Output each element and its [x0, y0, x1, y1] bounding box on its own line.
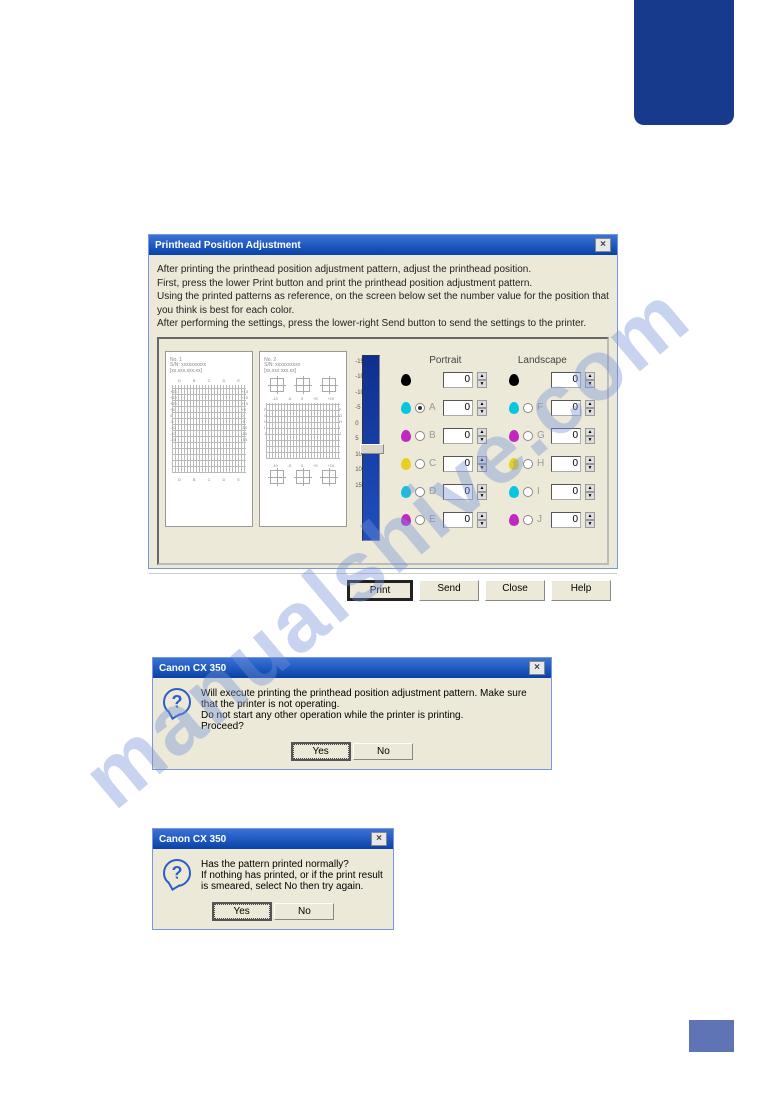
radio-button[interactable] — [523, 403, 533, 413]
radio-button[interactable] — [415, 459, 425, 469]
pattern-preview-2: No. 2 S/N: xxxxxxxxxx [xx.xxx.xxx.xx] -1… — [259, 351, 347, 527]
yes-button[interactable]: Yes — [291, 742, 351, 761]
value-input[interactable]: 0 — [551, 456, 581, 472]
spinner[interactable]: ▲▼ — [477, 428, 487, 444]
radio-button[interactable] — [523, 487, 533, 497]
color-value-panel: Portrait Landscape 0▲▼0▲▼A0▲▼F0▲▼B0▲▼G0▲… — [395, 351, 601, 557]
send-button[interactable]: Send — [419, 580, 479, 601]
radio-button[interactable] — [415, 431, 425, 441]
color-row: 0▲▼0▲▼ — [401, 372, 595, 388]
adjustment-slider[interactable]: -15 -10 -10 -5 0 5 10 10 15 — [353, 351, 389, 557]
value-input[interactable]: 0 — [551, 512, 581, 528]
spinner[interactable]: ▲▼ — [477, 372, 487, 388]
value-input[interactable]: 0 — [443, 456, 473, 472]
close-icon[interactable]: × — [595, 238, 611, 252]
value-input[interactable]: 0 — [443, 428, 473, 444]
color-row: E0▲▼J0▲▼ — [401, 512, 595, 528]
radio-label: G — [537, 430, 547, 441]
landscape-header: Landscape — [518, 355, 567, 366]
question-icon: ? — [163, 688, 191, 716]
value-input[interactable]: 0 — [443, 372, 473, 388]
dialog-title: Canon CX 350 — [159, 834, 226, 845]
question-icon: ? — [163, 859, 191, 887]
spinner[interactable]: ▲▼ — [477, 512, 487, 528]
no-button[interactable]: No — [353, 743, 413, 760]
radio-button[interactable] — [415, 487, 425, 497]
value-input[interactable]: 0 — [551, 400, 581, 416]
close-icon[interactable]: × — [529, 661, 545, 675]
radio-label: C — [429, 458, 439, 469]
radio-label: I — [537, 486, 547, 497]
spinner[interactable]: ▲▼ — [477, 400, 487, 416]
instructions: After printing the printhead position ad… — [157, 263, 609, 331]
radio-button[interactable] — [415, 515, 425, 525]
close-icon[interactable]: × — [371, 832, 387, 846]
spinner[interactable]: ▲▼ — [585, 512, 595, 528]
titlebar: Canon CX 350 × — [153, 658, 551, 678]
radio-button[interactable] — [415, 403, 425, 413]
radio-label: B — [429, 430, 439, 441]
value-input[interactable]: 0 — [551, 484, 581, 500]
dialog-title: Printhead Position Adjustment — [155, 240, 301, 251]
color-row: C0▲▼H0▲▼ — [401, 456, 595, 472]
value-input[interactable]: 0 — [443, 484, 473, 500]
yes-button[interactable]: Yes — [212, 902, 272, 921]
color-drop-icon — [401, 514, 411, 526]
radio-button[interactable] — [523, 459, 533, 469]
color-drop-icon — [509, 374, 519, 386]
value-input[interactable]: 0 — [443, 512, 473, 528]
printhead-adjustment-dialog: Printhead Position Adjustment × After pr… — [148, 234, 618, 569]
dialog-buttons: Print Send Close Help — [149, 573, 617, 607]
spinner[interactable]: ▲▼ — [585, 484, 595, 500]
dialog-title: Canon CX 350 — [159, 663, 226, 674]
value-input[interactable]: 0 — [551, 428, 581, 444]
print-button[interactable]: Print — [347, 580, 413, 601]
titlebar: Canon CX 350 × — [153, 829, 393, 849]
radio-label: F — [537, 402, 547, 413]
message-text: Will execute printing the printhead posi… — [201, 688, 541, 732]
spinner[interactable]: ▲▼ — [585, 400, 595, 416]
spinner[interactable]: ▲▼ — [585, 456, 595, 472]
help-button[interactable]: Help — [551, 580, 611, 601]
radio-label: D — [429, 486, 439, 497]
radio-button[interactable] — [523, 431, 533, 441]
pattern-preview-1: No. 1 S/N: xxxxxxxxxx [xx.xxx.xxx.xx] DB… — [165, 351, 253, 527]
page-thumb-tab — [689, 1020, 734, 1052]
close-button[interactable]: Close — [485, 580, 545, 601]
titlebar: Printhead Position Adjustment × — [149, 235, 617, 255]
portrait-header: Portrait — [429, 355, 461, 366]
color-drop-icon — [509, 514, 519, 526]
confirm-pattern-dialog: Canon CX 350 × ? Has the pattern printed… — [152, 828, 394, 930]
spinner[interactable]: ▲▼ — [585, 372, 595, 388]
color-drop-icon — [509, 430, 519, 442]
color-drop-icon — [509, 402, 519, 414]
color-drop-icon — [401, 374, 411, 386]
no-button[interactable]: No — [274, 903, 334, 920]
radio-label: H — [537, 458, 547, 469]
color-drop-icon — [509, 458, 519, 470]
color-row: B0▲▼G0▲▼ — [401, 428, 595, 444]
radio-label: A — [429, 402, 439, 413]
value-input[interactable]: 0 — [551, 372, 581, 388]
value-input[interactable]: 0 — [443, 400, 473, 416]
color-drop-icon — [401, 486, 411, 498]
radio-label: E — [429, 514, 439, 525]
color-drop-icon — [401, 402, 411, 414]
color-drop-icon — [401, 430, 411, 442]
radio-label: J — [537, 514, 547, 525]
spinner[interactable]: ▲▼ — [585, 428, 595, 444]
message-text: Has the pattern printed normally? If not… — [201, 859, 383, 892]
spinner[interactable]: ▲▼ — [477, 484, 487, 500]
radio-button[interactable] — [523, 515, 533, 525]
section-tab — [634, 0, 734, 125]
color-drop-icon — [509, 486, 519, 498]
color-row: A0▲▼F0▲▼ — [401, 400, 595, 416]
color-drop-icon — [401, 458, 411, 470]
confirm-print-dialog: Canon CX 350 × ? Will execute printing t… — [152, 657, 552, 770]
spinner[interactable]: ▲▼ — [477, 456, 487, 472]
color-row: D0▲▼I0▲▼ — [401, 484, 595, 500]
